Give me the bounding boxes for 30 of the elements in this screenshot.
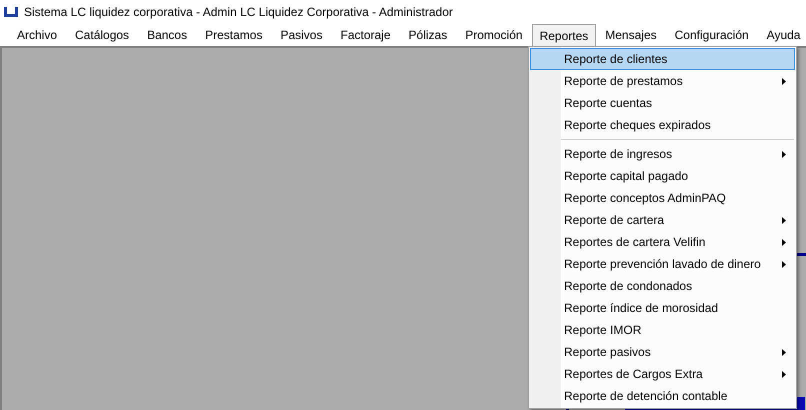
window-title: Sistema LC liquidez corporativa - Admin LC Liquidez Corporativa - Administrador	[24, 4, 453, 21]
menu-item[interactable]: Archivo	[8, 24, 66, 46]
menu-option[interactable]: Reporte conceptos AdminPAQ	[530, 187, 795, 209]
menu-option[interactable]: Reporte de cartera	[530, 209, 795, 231]
menu-item[interactable]: Reportes	[532, 24, 596, 47]
menu-option[interactable]: Reporte de prestamos	[530, 70, 795, 92]
menu-option[interactable]: Reporte prevención lavado de dinero	[530, 253, 795, 275]
menu-item[interactable]: Factoraje	[331, 24, 400, 46]
menu-item[interactable]: Ayuda	[758, 24, 806, 46]
menu-item[interactable]: Bancos	[138, 24, 196, 46]
menu-option[interactable]: Reporte de condonados	[530, 275, 795, 297]
menu-item[interactable]: Catálogos	[66, 24, 138, 46]
menu-option[interactable]: Reporte de ingresos	[530, 143, 795, 165]
menu-item[interactable]: Pólizas	[400, 24, 456, 46]
menu-option[interactable]: Reporte de clientes	[530, 48, 795, 70]
menu-item[interactable]: Mensajes	[596, 24, 666, 46]
menu-option[interactable]: Reporte de detención contable	[530, 385, 795, 407]
menu-option[interactable]: Reporte cheques expirados	[530, 114, 795, 136]
menu-item[interactable]: Configuración	[666, 24, 758, 46]
menu-option[interactable]: Reporte índice de morosidad	[530, 297, 795, 319]
menu-option[interactable]: Reportes de Cargos Extra	[530, 363, 795, 385]
menu-option[interactable]: Reporte capital pagado	[530, 165, 795, 187]
menu-option[interactable]: Reportes de cartera Velifin	[530, 231, 795, 253]
menu-item[interactable]: Prestamos	[196, 24, 272, 46]
app-logo-icon	[3, 6, 19, 18]
menu-item[interactable]: Promoción	[456, 24, 532, 46]
menu-option[interactable]: Reporte IMOR	[530, 319, 795, 341]
menu-item[interactable]: Pasivos	[271, 24, 332, 46]
menu-option[interactable]: Reporte cuentas	[530, 92, 795, 114]
menu-option[interactable]: Reporte pasivos	[530, 341, 795, 363]
